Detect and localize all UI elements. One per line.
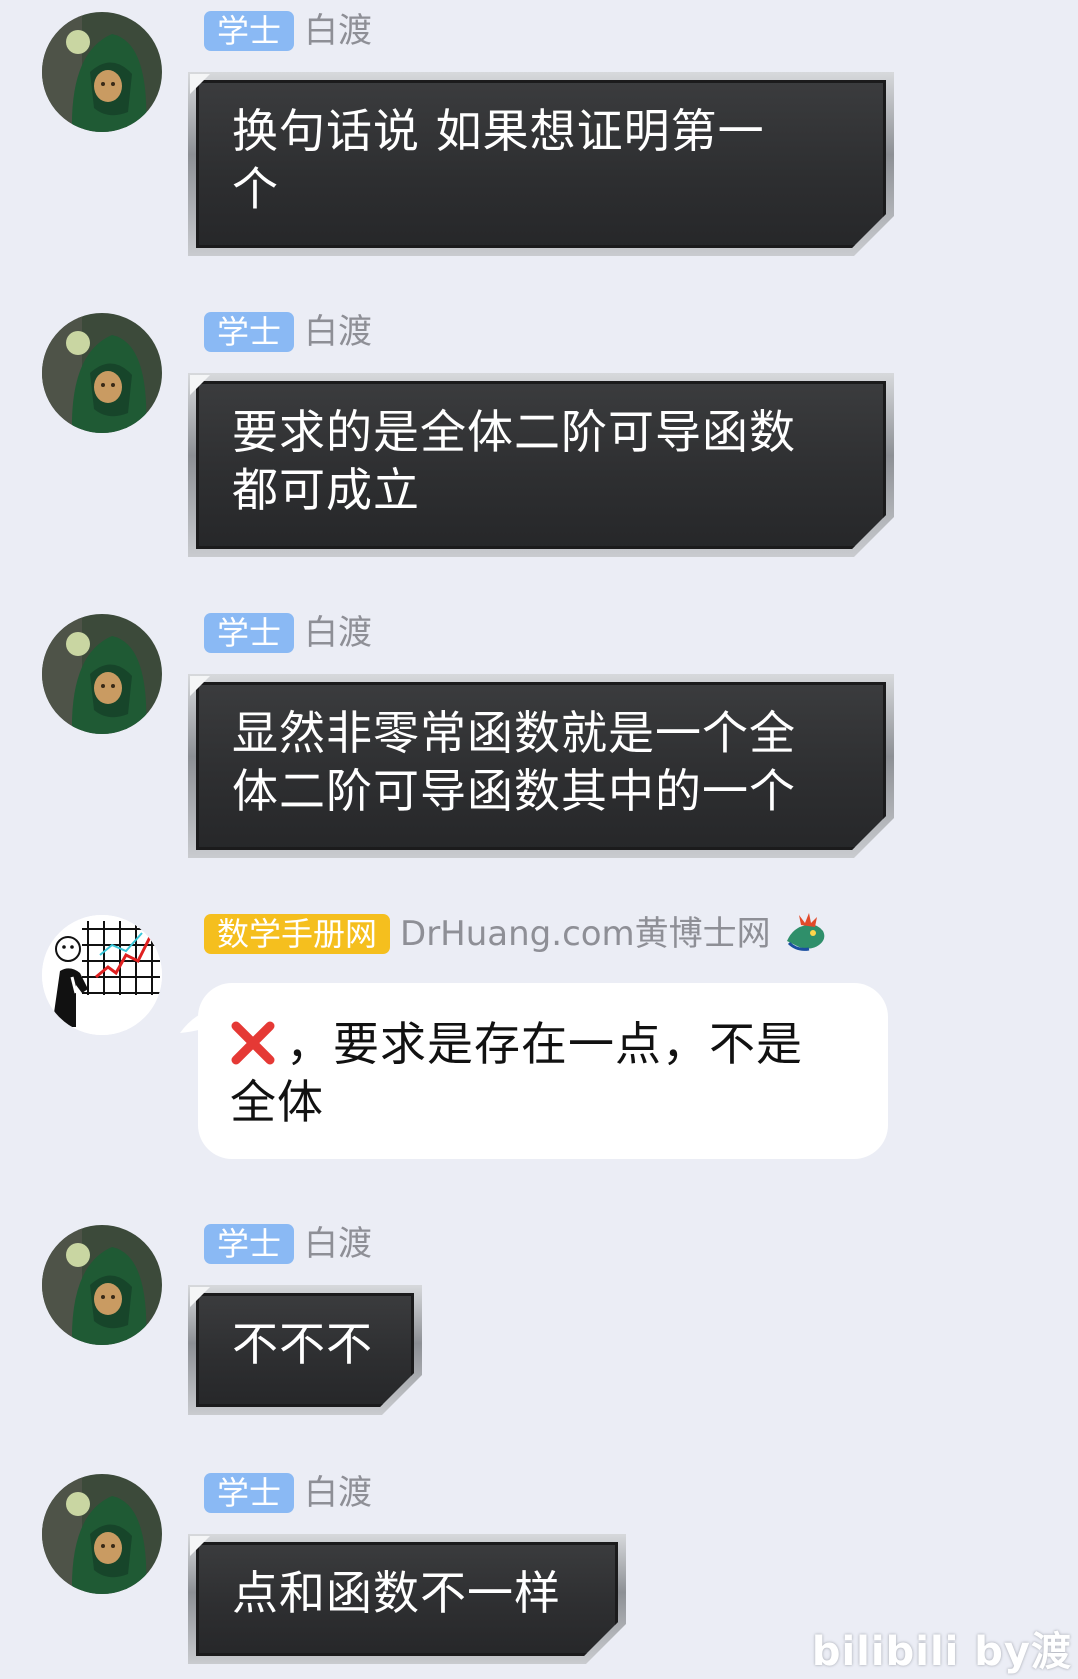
message-text: ，要求是存在一点，不是 xyxy=(286,1017,803,1071)
sender-name[interactable]: 白渡 xyxy=(304,1473,372,1513)
user-avatar[interactable] xyxy=(42,915,162,1035)
message-bubble[interactable]: 显然非零常函数就是一个全 体二阶可导函数其中的一个 xyxy=(188,674,894,858)
sender-name[interactable]: 白渡 xyxy=(304,613,372,653)
rank-badge: 学士 xyxy=(204,11,295,51)
sender-row: 数学手册网 DrHuang.com黄博士网 xyxy=(204,913,829,955)
user-avatar[interactable] xyxy=(42,1474,162,1594)
message-text-line: 全体 xyxy=(230,1075,324,1129)
sender-row: 学士 白渡 xyxy=(204,1472,372,1514)
message-bubble[interactable]: 不不不 xyxy=(188,1285,422,1415)
cross-icon xyxy=(231,1021,275,1065)
rank-badge: 学士 xyxy=(204,1473,295,1513)
message-text-line: ，要求是存在一点，不是 xyxy=(230,1015,854,1073)
sender-row: 学士 白渡 xyxy=(204,612,372,654)
rank-badge: 学士 xyxy=(204,1224,295,1264)
bubble-corner-ornament xyxy=(190,1287,212,1309)
bubble-corner-ornament xyxy=(190,375,212,397)
bubble-corner-ornament xyxy=(190,74,212,96)
message-text-line: 个 xyxy=(232,162,279,216)
message-bubble[interactable]: ，要求是存在一点，不是 全体 xyxy=(198,983,888,1159)
message-text-line: 都可成立 xyxy=(232,463,420,517)
sender-row: 学士 白渡 xyxy=(204,1223,372,1265)
sender-name[interactable]: 白渡 xyxy=(304,11,372,51)
message-bubble[interactable]: 点和函数不一样 xyxy=(188,1534,626,1664)
bubble-corner-ornament xyxy=(190,676,212,698)
message-text-line: 要求的是全体二阶可导函数 xyxy=(232,405,796,459)
rank-badge: 数学手册网 xyxy=(204,914,391,954)
user-avatar[interactable] xyxy=(42,1225,162,1345)
rank-badge: 学士 xyxy=(204,312,295,352)
message-text-line: 换句话说 如果想证明第一 xyxy=(232,104,765,158)
bubble-corner-ornament xyxy=(190,1536,212,1558)
sender-row: 学士 白渡 xyxy=(204,311,372,353)
message-bubble[interactable]: 换句话说 如果想证明第一 个 xyxy=(188,72,894,256)
message-text-line: 体二阶可导函数其中的一个 xyxy=(232,764,796,818)
message-text-line: 不不不 xyxy=(232,1317,373,1371)
rank-badge: 学士 xyxy=(204,613,295,653)
sender-row: 学士 白渡 xyxy=(204,10,372,52)
watermark: bilibili by渡 xyxy=(811,1629,1072,1675)
message-text-line: 显然非零常函数就是一个全 xyxy=(232,706,796,760)
sender-name[interactable]: 白渡 xyxy=(304,1224,372,1264)
chat-window: { "messages": [ {"badge": "学士", "sender"… xyxy=(0,0,1078,1679)
dragon-icon xyxy=(786,913,825,951)
user-avatar[interactable] xyxy=(42,313,162,433)
user-avatar[interactable] xyxy=(42,614,162,734)
sender-name[interactable]: 白渡 xyxy=(304,312,372,352)
message-bubble[interactable]: 要求的是全体二阶可导函数 都可成立 xyxy=(188,373,894,557)
user-avatar[interactable] xyxy=(42,12,162,132)
sender-name[interactable]: DrHuang.com黄博士网 xyxy=(400,914,771,954)
message-text-line: 点和函数不一样 xyxy=(232,1566,561,1620)
